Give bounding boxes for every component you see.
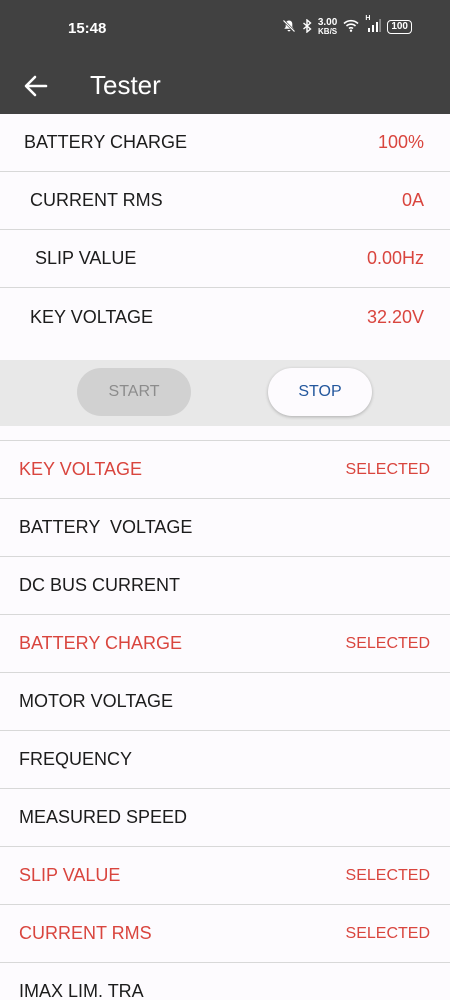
status-bar: 15:48 3.00 KB/S H 100 [0,0,450,58]
readings-panel: BATTERY CHARGE 100% CURRENT RMS 0A SLIP … [0,114,450,346]
cell-signal-icon: H [365,15,382,35]
parameter-label: FREQUENCY [19,749,133,769]
reading-row: SLIP VALUE 0.00Hz [0,230,450,288]
reading-value: 32.20V [366,306,424,327]
start-button[interactable]: START [77,368,191,416]
selected-badge: SELECTED [345,866,430,884]
parameter-label: BATTERY CHARGE [19,633,183,653]
parameter-item-frequency[interactable]: FREQUENCY [0,731,450,789]
status-icons: 3.00 KB/S H 100 [282,15,412,36]
back-arrow-icon[interactable] [22,72,50,100]
reading-value: 0A [401,190,424,210]
parameter-list: KEY VOLTAGE SELECTED BATTERY VOLTAGE DC … [0,440,450,1000]
network-speed: 3.00 KB/S [317,17,338,36]
parameter-item-key-voltage[interactable]: KEY VOLTAGE SELECTED [0,441,450,499]
control-bar: START STOP [0,360,450,426]
stop-button[interactable]: STOP [268,368,372,416]
reading-label: KEY VOLTAGE [30,306,154,327]
parameter-item-imax-lim-tra[interactable]: IMAX LIM. TRA [0,963,450,1000]
reading-row: BATTERY CHARGE 100% [0,114,450,172]
parameter-item-slip-value[interactable]: SLIP VALUE SELECTED [0,847,450,905]
parameter-label: MOTOR VOLTAGE [19,691,174,711]
parameter-item-measured-speed[interactable]: MEASURED SPEED [0,789,450,847]
selected-badge: SELECTED [345,460,430,478]
reading-label: BATTERY CHARGE [24,132,188,152]
parameter-item-battery-charge[interactable]: BATTERY CHARGE SELECTED [0,615,450,673]
reading-label: SLIP VALUE [35,248,137,268]
parameter-label: DC BUS CURRENT [19,575,181,595]
parameter-label: CURRENT RMS [19,923,152,943]
reading-label: CURRENT RMS [30,190,163,210]
page-title: Tester [90,70,161,100]
app-bar: Tester [0,58,450,114]
bluetooth-icon [302,17,312,36]
parameter-label: SLIP VALUE [19,865,121,885]
parameter-label: BATTERY VOLTAGE [19,517,193,537]
battery-icon: 100 [387,20,412,34]
parameter-item-current-rms[interactable]: CURRENT RMS SELECTED [0,905,450,963]
reading-value: 0.00Hz [366,248,424,268]
selected-badge: SELECTED [345,634,430,652]
parameter-item-battery-voltage[interactable]: BATTERY VOLTAGE [0,499,450,557]
parameter-label: MEASURED SPEED [19,807,188,827]
parameter-item-motor-voltage[interactable]: MOTOR VOLTAGE [0,673,450,731]
parameter-item-dc-bus-current[interactable]: DC BUS CURRENT [0,557,450,615]
reading-row: KEY VOLTAGE 32.20V [0,288,450,346]
status-time: 15:48 [68,20,107,37]
parameter-label: KEY VOLTAGE [19,459,143,479]
parameter-label: IMAX LIM. TRA [19,981,144,1000]
reading-value: 100% [377,132,424,152]
mute-bell-icon [282,19,296,36]
wifi-icon [343,19,359,35]
reading-row: CURRENT RMS 0A [0,172,450,230]
selected-badge: SELECTED [345,924,430,942]
